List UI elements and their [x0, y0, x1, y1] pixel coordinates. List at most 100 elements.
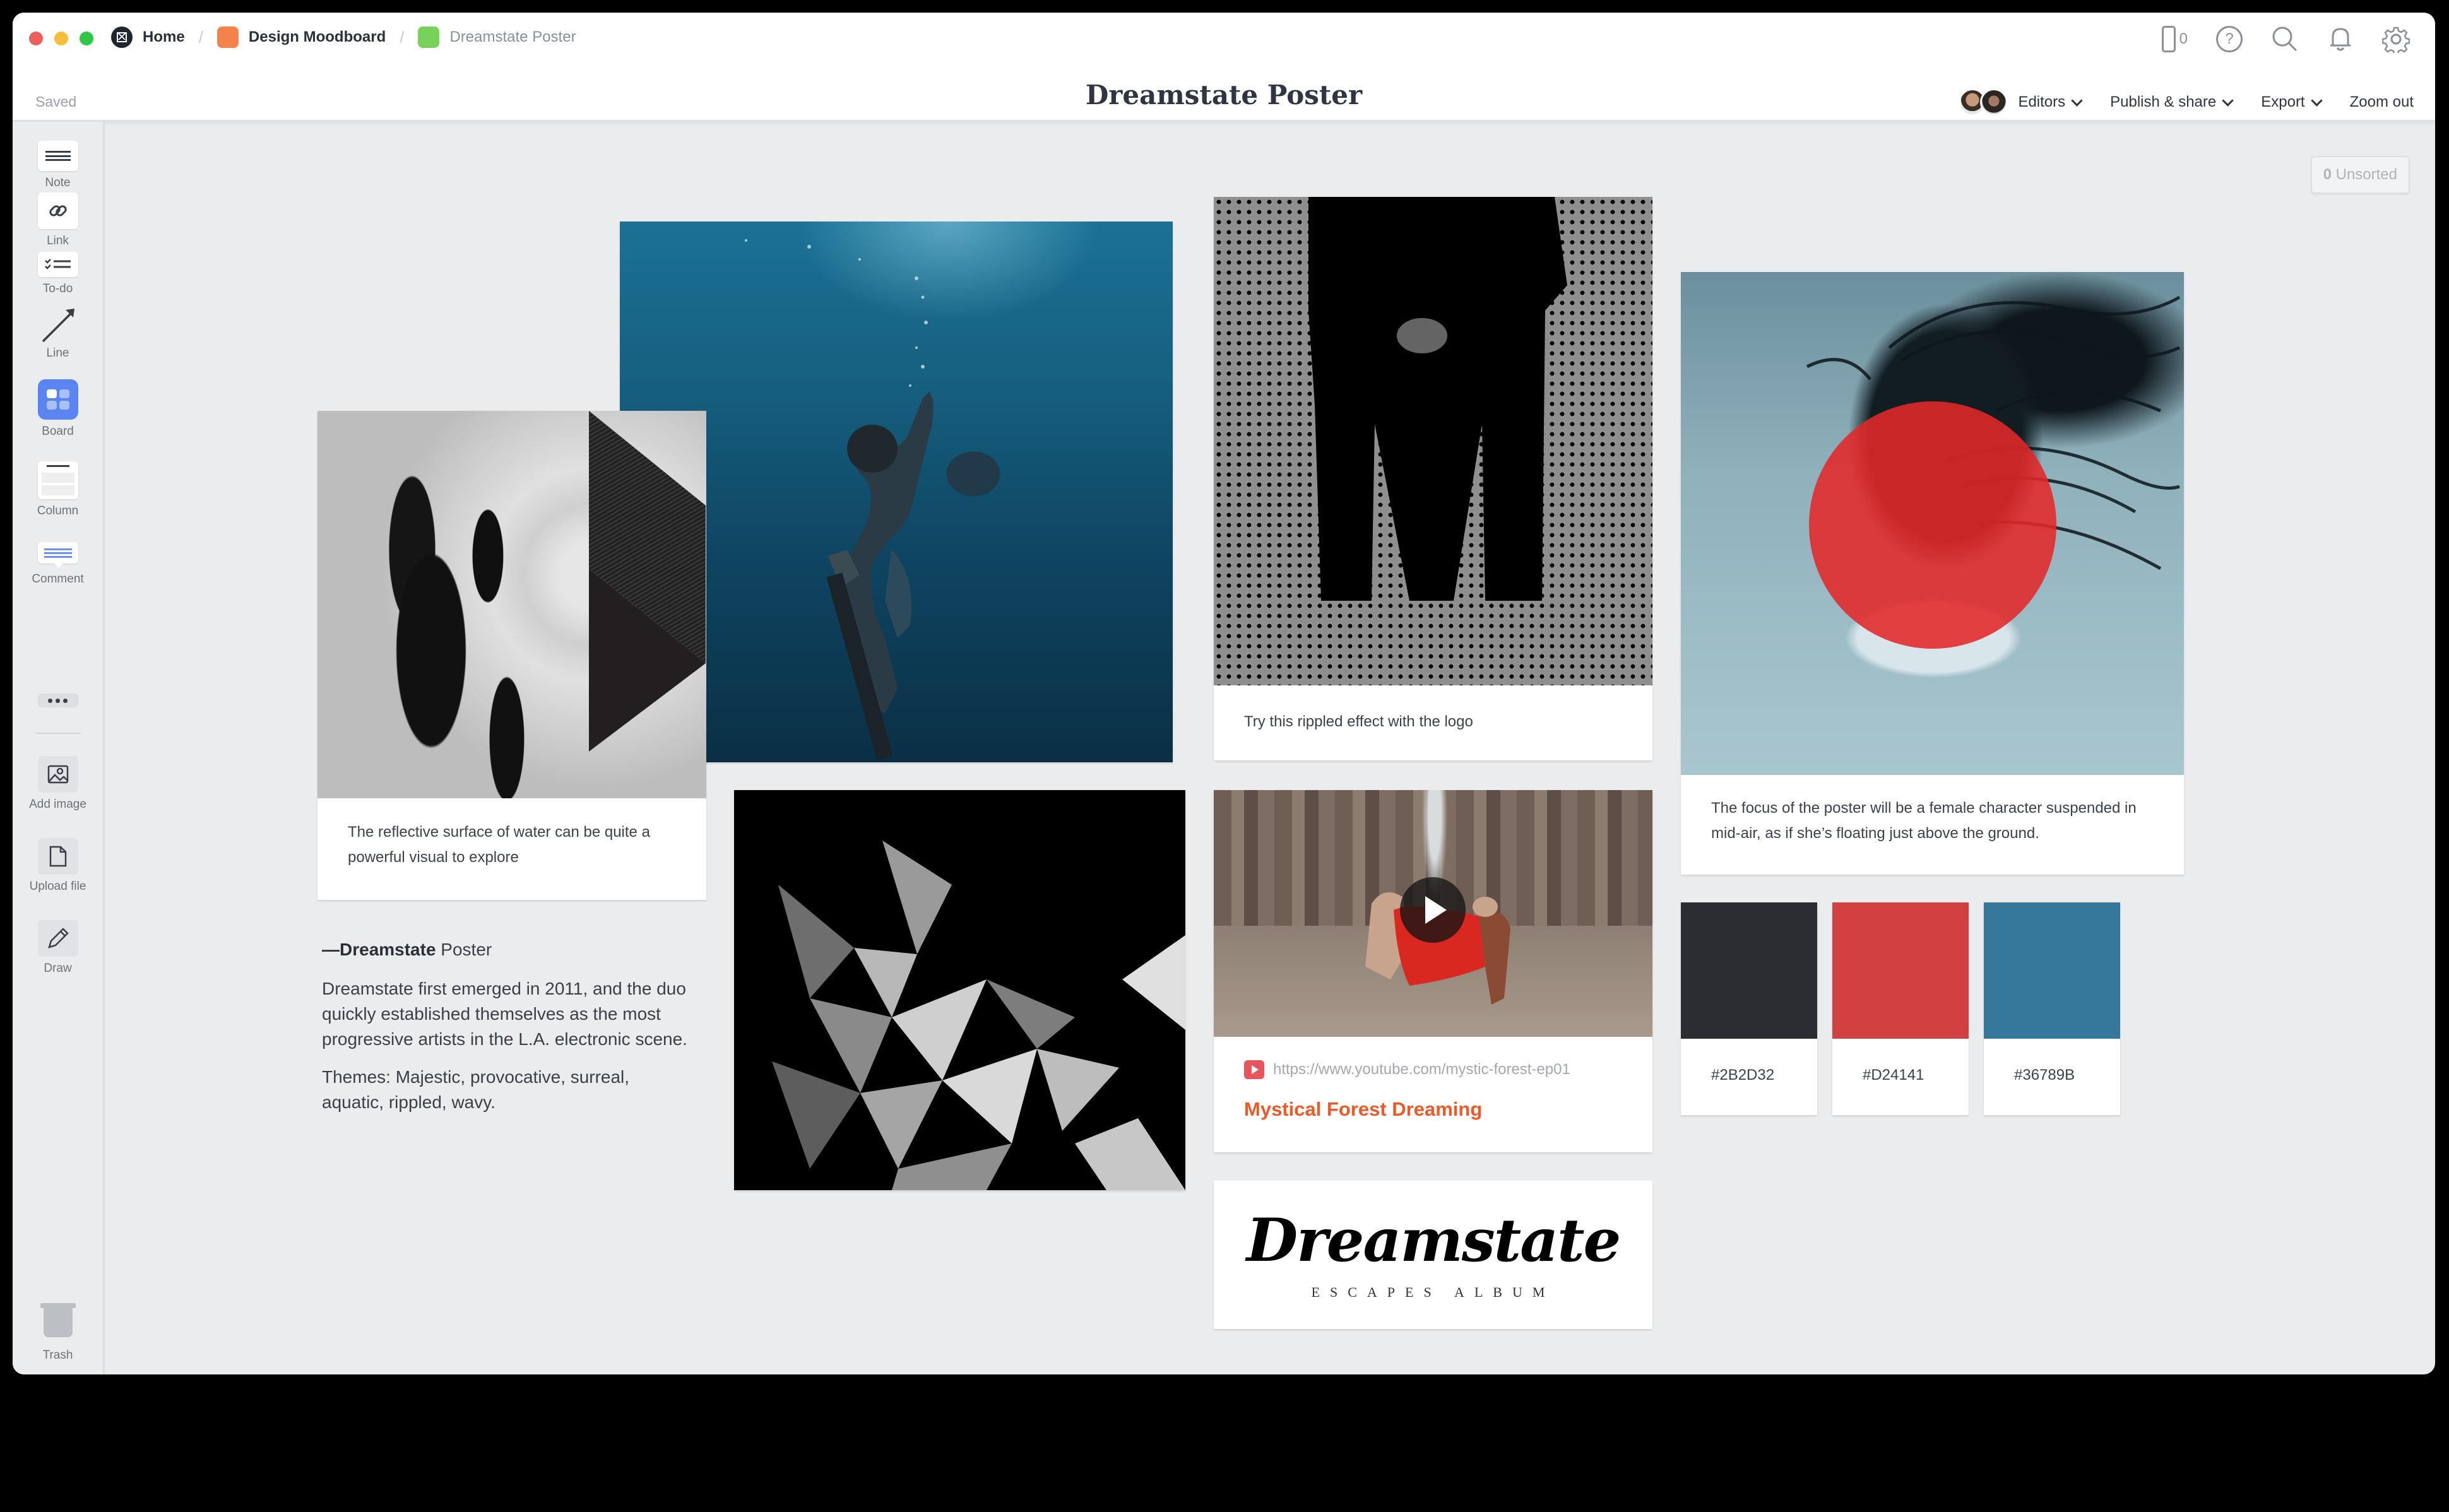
youtube-icon — [1244, 1060, 1264, 1079]
swatch-color — [1984, 902, 2120, 1039]
tool-label: Note — [45, 176, 71, 189]
board-toolbar: Editors Publish & share Export Zoom out — [1959, 88, 2414, 116]
breadcrumb-separator: / — [198, 27, 203, 47]
tool-label: Add image — [29, 798, 86, 811]
notifications-button[interactable] — [2327, 25, 2354, 53]
tool-upload-file[interactable]: Upload file — [13, 838, 103, 894]
tool-label: Column — [37, 504, 79, 517]
color-swatch[interactable]: #36789B — [1984, 902, 2120, 1115]
comment-tile — [37, 542, 78, 568]
board-icon — [418, 27, 440, 48]
column-icon — [37, 461, 78, 499]
avatar — [1980, 88, 2008, 116]
tool-line[interactable]: Line — [13, 305, 103, 360]
breadcrumb-separator: / — [400, 27, 405, 47]
gear-icon — [2382, 27, 2410, 53]
window-controls — [29, 32, 93, 45]
play-button[interactable] — [1400, 877, 1466, 943]
tool-board[interactable]: Board — [13, 379, 103, 439]
note-dash: — — [322, 940, 340, 959]
breadcrumb-design-moodboard[interactable]: Design Moodboard — [216, 27, 386, 48]
link-tile — [37, 192, 78, 229]
dreamstate-logo-card[interactable]: Dreamstate ESCAPES ALBUM — [1214, 1181, 1652, 1329]
tool-label: Link — [47, 234, 69, 247]
trash-button[interactable] — [40, 1303, 76, 1338]
note-paragraph: Themes: Majestic, provocative, surreal, … — [322, 1067, 630, 1112]
text-note[interactable]: —Dreamstate Poster Dreamstate first emer… — [322, 937, 688, 1128]
breadcrumb-label: Dreamstate Poster — [449, 28, 576, 45]
logo-subtitle: ESCAPES ALBUM — [1311, 1284, 1555, 1300]
tool-comment[interactable]: Comment — [13, 542, 103, 586]
unsorted-button[interactable]: 0 Unsorted — [2310, 156, 2410, 194]
maximize-window-button[interactable] — [80, 32, 93, 45]
tool-add-image[interactable]: Add image — [13, 756, 103, 812]
tool-sidebar: Note Link To-do Line Board Column Commen… — [13, 122, 105, 1374]
hexagon-cube-overlay — [589, 411, 706, 752]
tool-todo[interactable]: To-do — [13, 252, 103, 296]
mobile-count: 0 — [2179, 30, 2188, 47]
board-canvas[interactable]: 0 Unsorted The reflective surface of wat… — [105, 122, 2435, 1374]
card-caption: The focus of the poster will be a female… — [1711, 800, 2137, 842]
video-url-row[interactable]: https://www.youtube.com/mystic-forest-ep… — [1244, 1060, 1570, 1079]
video-url[interactable]: https://www.youtube.com/mystic-forest-ep… — [1273, 1061, 1570, 1078]
add-image-tile — [37, 756, 78, 793]
top-icons: 0 ? — [2161, 25, 2410, 53]
trash-icon — [40, 1303, 76, 1308]
export-button[interactable]: Export — [2261, 93, 2323, 111]
settings-button[interactable] — [2382, 25, 2410, 53]
tool-draw[interactable]: Draw — [13, 920, 103, 976]
file-icon — [49, 846, 66, 867]
image-icon — [47, 765, 68, 784]
breadcrumb-home[interactable]: Home — [111, 27, 185, 48]
tool-label: Upload file — [29, 880, 86, 893]
zoom-out-button[interactable]: Zoom out — [2350, 93, 2414, 111]
video-title[interactable]: Mystical Forest Dreaming — [1244, 1098, 1482, 1121]
tool-more[interactable] — [13, 694, 103, 707]
chevron-down-icon — [2222, 94, 2234, 107]
tool-link[interactable]: Link — [13, 192, 103, 248]
publish-share-button[interactable]: Publish & share — [2110, 93, 2234, 111]
minimize-window-button[interactable] — [54, 32, 68, 45]
trash-bin — [44, 1308, 73, 1337]
publish-label: Publish & share — [2110, 93, 2217, 110]
editors-label: Editors — [2018, 93, 2066, 110]
halftone-logo-card[interactable]: Try this rippled effect with the logo — [1214, 197, 1652, 760]
breadcrumb-label: Home — [143, 28, 185, 45]
close-window-button[interactable] — [29, 32, 43, 45]
color-swatch[interactable]: #D24141 — [1832, 902, 1969, 1115]
red-circle-overlay — [1809, 401, 2056, 649]
hand-water-image — [317, 411, 706, 798]
note-heading-rest: Poster — [436, 940, 492, 959]
tool-label: Board — [42, 425, 74, 438]
todo-icon — [44, 259, 71, 269]
breadcrumb-label: Design Moodboard — [248, 28, 386, 45]
header: Home / Design Moodboard / Dreamstate Pos… — [13, 13, 2435, 122]
unsorted-count: 0 — [2323, 166, 2332, 183]
sidebar-divider — [35, 733, 81, 734]
tool-label: Comment — [32, 572, 84, 586]
tool-label: Line — [46, 346, 69, 360]
youtube-video-card[interactable]: https://www.youtube.com/mystic-forest-ep… — [1214, 790, 1652, 1152]
halftone-m-image — [1214, 197, 1652, 685]
trash-label: Trash — [42, 1349, 73, 1362]
chevron-down-icon — [2310, 94, 2323, 107]
swatch-color — [1832, 902, 1969, 1039]
color-swatch[interactable]: #2B2D32 — [1681, 902, 1817, 1115]
help-button[interactable]: ? — [2215, 25, 2243, 53]
logo-wordmark: Dreamstate — [1246, 1206, 1622, 1275]
red-circle-woman-card[interactable]: The focus of the poster will be a female… — [1681, 272, 2184, 875]
video-thumbnail[interactable] — [1214, 790, 1652, 1037]
unsorted-label: Unsorted — [2335, 166, 2397, 183]
search-button[interactable] — [2271, 25, 2299, 53]
reflective-water-hand-card[interactable]: The reflective surface of water can be q… — [317, 411, 706, 900]
tool-column[interactable]: Column — [13, 461, 103, 518]
swatch-color — [1681, 902, 1817, 1039]
breadcrumb-dreamstate-poster[interactable]: Dreamstate Poster — [418, 27, 576, 48]
editors-button[interactable]: Editors — [1959, 88, 2083, 116]
breadcrumb: Home / Design Moodboard / Dreamstate Pos… — [111, 27, 576, 48]
polygon-shards-image-card[interactable] — [734, 790, 1185, 1190]
mobile-button[interactable]: 0 — [2161, 25, 2188, 53]
tool-note[interactable]: Note — [13, 141, 103, 190]
draw-tile — [37, 920, 78, 957]
tool-label: To-do — [42, 282, 73, 295]
